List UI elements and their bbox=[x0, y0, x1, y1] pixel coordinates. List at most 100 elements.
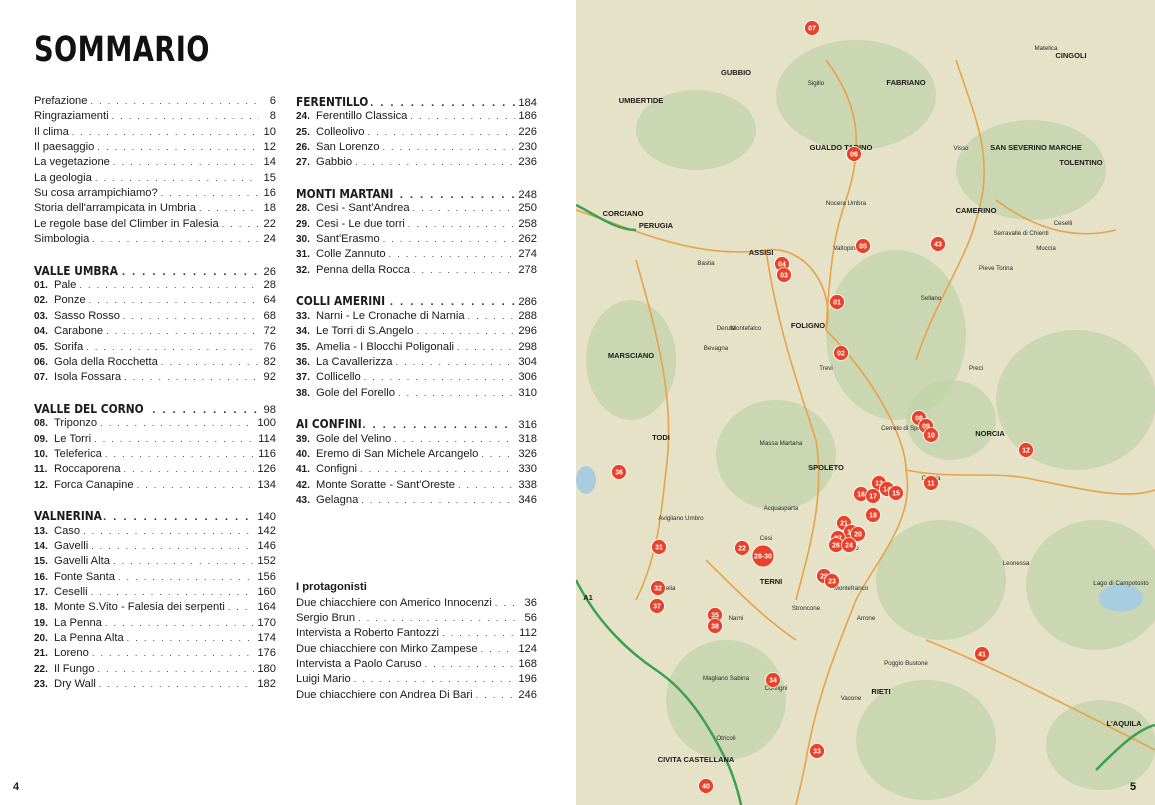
toc-entry[interactable]: Luigi Mario 196 bbox=[296, 672, 537, 687]
toc-entry[interactable]: 23. Dry Wall 182 bbox=[34, 677, 276, 692]
toc-entry[interactable]: Intervista a Roberto Fantozzi 112 bbox=[296, 626, 537, 641]
toc-entry[interactable]: Ringraziamenti 8 bbox=[34, 109, 276, 124]
crag-marker[interactable]: 32 bbox=[650, 580, 666, 596]
crag-marker[interactable]: 02 bbox=[833, 345, 849, 361]
toc-entry[interactable]: 27. Gabbio 236 bbox=[296, 155, 537, 170]
toc-entry[interactable]: 08. Triponzo 100 bbox=[34, 416, 276, 431]
town-label: PERUGIA bbox=[639, 221, 674, 230]
crag-marker[interactable]: 12 bbox=[1018, 442, 1034, 458]
crag-marker[interactable]: 01 bbox=[829, 294, 845, 310]
crag-marker[interactable]: 31 bbox=[651, 539, 667, 555]
toc-entry[interactable]: Prefazione 6 bbox=[34, 94, 276, 109]
toc-entry[interactable]: 16. Fonte Santa 156 bbox=[34, 570, 276, 585]
entry-page: 76 bbox=[263, 340, 276, 353]
crag-marker[interactable]: 23 bbox=[824, 573, 840, 589]
toc-entry[interactable]: 10. Teleferica 116 bbox=[34, 447, 276, 462]
section-heading[interactable]: COLLI AMERINI286 bbox=[296, 293, 537, 308]
entry-label: Intervista a Paolo Caruso bbox=[296, 658, 422, 670]
toc-entry[interactable]: 05. Sorifa 76 bbox=[34, 340, 276, 355]
crag-marker[interactable]: 22 bbox=[734, 540, 750, 556]
toc-entry[interactable]: 07. Isola Fossara 92 bbox=[34, 370, 276, 385]
crag-marker[interactable]: 33 bbox=[809, 743, 825, 759]
toc-entry[interactable]: 30. Sant'Erasmo 262 bbox=[296, 232, 537, 247]
toc-entry[interactable]: 29. Cesi - Le due torri 258 bbox=[296, 217, 537, 232]
toc-entry[interactable]: 33. Narni - Le Cronache di Narnia 288 bbox=[296, 309, 537, 324]
crag-marker[interactable]: 41 bbox=[974, 646, 990, 662]
toc-entry[interactable]: 01. Pale 28 bbox=[34, 278, 276, 293]
crag-marker[interactable]: 03 bbox=[776, 267, 792, 283]
crag-marker[interactable]: 38 bbox=[707, 618, 723, 634]
toc-entry[interactable]: Simbologia 24 bbox=[34, 232, 276, 247]
toc-entry[interactable]: 03. Sasso Rosso 68 bbox=[34, 309, 276, 324]
toc-entry[interactable]: Storia dell'arrampicata in Umbria 18 bbox=[34, 201, 276, 216]
crag-marker[interactable]: 17 bbox=[865, 488, 881, 504]
toc-entry[interactable]: 06. Gola della Rocchetta 82 bbox=[34, 355, 276, 370]
crag-marker[interactable]: 07 bbox=[804, 20, 820, 36]
toc-entry[interactable]: 42. Monte Soratte - Sant'Oreste 338 bbox=[296, 478, 537, 493]
crag-marker[interactable]: 11 bbox=[923, 475, 939, 491]
entry-number: 12. bbox=[34, 479, 48, 491]
toc-entry[interactable]: 14. Gavelli 146 bbox=[34, 539, 276, 554]
crag-marker[interactable]: 43 bbox=[930, 236, 946, 252]
toc-entry[interactable]: 02. Ponze 64 bbox=[34, 293, 276, 308]
section-heading[interactable]: VALLE UMBRA26 bbox=[34, 263, 276, 278]
toc-entry[interactable]: 28. Cesi - Sant'Andrea 250 bbox=[296, 201, 537, 216]
toc-entry[interactable]: 26. San Lorenzo 230 bbox=[296, 140, 537, 155]
section-heading[interactable]: VALLE DEL CORNO98 bbox=[34, 401, 276, 416]
crag-marker[interactable]: 40 bbox=[698, 778, 714, 794]
crag-marker[interactable]: 28-30 bbox=[751, 544, 775, 568]
toc-entry[interactable]: 20. La Penna Alta 174 bbox=[34, 631, 276, 646]
entry-page: 72 bbox=[263, 325, 276, 338]
toc-entry[interactable]: La vegetazione 14 bbox=[34, 155, 276, 170]
toc-entry[interactable]: Il paesaggio 12 bbox=[34, 140, 276, 155]
toc-entry[interactable]: Sergio Brun 56 bbox=[296, 611, 537, 626]
toc-entry[interactable]: 35. Amelia - I Blocchi Poligonali 298 bbox=[296, 340, 537, 355]
toc-entry[interactable]: 13. Caso 142 bbox=[34, 524, 276, 539]
crag-marker[interactable]: 37 bbox=[649, 598, 665, 614]
toc-entry[interactable]: 04. Carabone 72 bbox=[34, 324, 276, 339]
toc-entry[interactable]: Due chiacchiere con Americo Innocenzi 36 bbox=[296, 596, 537, 611]
toc-entry[interactable]: 36. La Cavallerizza 304 bbox=[296, 355, 537, 370]
toc-entry[interactable]: 21. Loreno 176 bbox=[34, 646, 276, 661]
crag-marker[interactable]: 05 bbox=[855, 238, 871, 254]
entry-label: Gabbio bbox=[316, 156, 353, 169]
toc-entry[interactable]: Su cosa arrampichiamo? 16 bbox=[34, 186, 276, 201]
toc-entry[interactable]: 25. Colleolivo 226 bbox=[296, 125, 537, 140]
crag-marker[interactable]: 36 bbox=[611, 464, 627, 480]
toc-entry[interactable]: 12. Forca Canapine 134 bbox=[34, 478, 276, 493]
toc-entry[interactable]: Il clima 10 bbox=[34, 125, 276, 140]
toc-entry[interactable]: 39. Gole del Velino 318 bbox=[296, 432, 537, 447]
toc-entry[interactable]: 24. Ferentillo Classica 186 bbox=[296, 109, 537, 124]
crag-marker[interactable]: 18 bbox=[865, 507, 881, 523]
toc-page: SOMMARIO Prefazione 6 Ringraziamenti 8 Il cl… bbox=[0, 0, 576, 805]
toc-entry[interactable]: 09. Le Torri 114 bbox=[34, 432, 276, 447]
crag-marker[interactable]: 34 bbox=[765, 672, 781, 688]
toc-entry[interactable]: 40. Eremo di San Michele Arcangelo 326 bbox=[296, 447, 537, 462]
toc-entry[interactable]: 34. Le Torri di S.Angelo 296 bbox=[296, 324, 537, 339]
toc-entry[interactable]: 43. Gelagna 346 bbox=[296, 493, 537, 508]
section-heading[interactable]: VALNERINA140 bbox=[34, 508, 276, 523]
toc-entry[interactable]: 11. Roccaporena 126 bbox=[34, 462, 276, 477]
crag-marker[interactable]: 24 bbox=[841, 537, 857, 553]
toc-entry[interactable]: 31. Colle Zannuto 274 bbox=[296, 247, 537, 262]
crag-marker[interactable]: 15 bbox=[888, 485, 904, 501]
toc-entry[interactable]: Due chiacchiere con Andrea Di Bari 246 bbox=[296, 688, 537, 703]
toc-entry[interactable]: 38. Gole del Forello 310 bbox=[296, 386, 537, 401]
crag-marker[interactable]: 10 bbox=[923, 427, 939, 443]
toc-entry[interactable]: 37. Collicello 306 bbox=[296, 370, 537, 385]
section-heading[interactable]: MONTI MARTANI248 bbox=[296, 186, 537, 201]
crag-marker[interactable]: 06 bbox=[846, 146, 862, 162]
toc-entry[interactable]: 18. Monte S.Vito - Falesia dei serpenti 16… bbox=[34, 600, 276, 615]
toc-entry[interactable]: Le regole base del Climber in Falesia 22 bbox=[34, 217, 276, 232]
toc-entry[interactable]: 17. Ceselli 160 bbox=[34, 585, 276, 600]
toc-entry[interactable]: 22. Il Fungo 180 bbox=[34, 662, 276, 677]
toc-entry[interactable]: 15. Gavelli Alta 152 bbox=[34, 554, 276, 569]
toc-entry[interactable]: 32. Penna della Rocca 278 bbox=[296, 263, 537, 278]
toc-entry[interactable]: La geologia 15 bbox=[34, 171, 276, 186]
section-heading[interactable]: AI CONFINI316 bbox=[296, 416, 537, 431]
toc-entry[interactable]: 19. La Penna 170 bbox=[34, 616, 276, 631]
toc-entry[interactable]: 41. Configni 330 bbox=[296, 462, 537, 477]
section-heading[interactable]: FERENTILLO184 bbox=[296, 94, 537, 109]
toc-entry[interactable]: Intervista a Paolo Caruso 168 bbox=[296, 657, 537, 672]
toc-entry[interactable]: Due chiacchiere con Mirko Zampese 124 bbox=[296, 642, 537, 657]
